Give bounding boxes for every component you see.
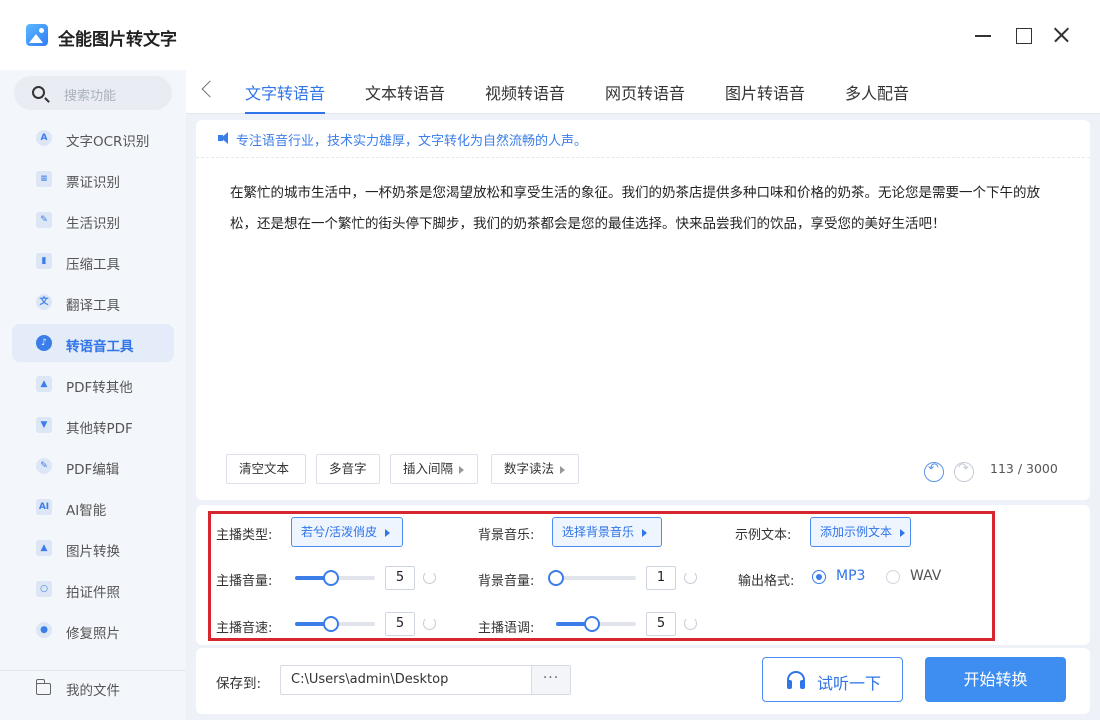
highlight-box: [208, 511, 995, 641]
text-input[interactable]: 在繁忙的城市生活中，一杯奶茶是您渴望放松和享受生活的象征。我们的奶茶店提供多种口…: [230, 178, 1066, 240]
sidebar-item-life[interactable]: ✎ 生活识别: [12, 201, 174, 239]
sidebar-item-label: 翻译工具: [66, 298, 120, 314]
sidebar-item-pdf-to-other[interactable]: ▲ PDF转其他: [12, 365, 174, 403]
music-note-icon: ♪: [36, 335, 52, 351]
hint-text: 专注语音行业，技术实力雄厚，文字转化为自然流畅的人声。: [236, 134, 588, 149]
camera-icon: ○: [36, 581, 52, 597]
digit-reading-button[interactable]: 数字读法: [491, 454, 579, 484]
sidebar-item-translate[interactable]: 文 翻译工具: [12, 283, 174, 321]
app-title: 全能图片转文字: [58, 30, 177, 50]
tab-image-to-speech[interactable]: 图片转语音: [725, 80, 805, 104]
sidebar-item-tts[interactable]: ♪ 转语音工具: [12, 324, 174, 362]
folder-icon: [35, 679, 51, 695]
translate-icon: 文: [36, 294, 52, 310]
pen-icon: ✎: [36, 212, 52, 228]
clear-text-button[interactable]: 清空文本: [226, 454, 306, 484]
headphone-icon: [787, 671, 805, 689]
sidebar-item-label: 其他转PDF: [66, 421, 133, 437]
polyphone-button[interactable]: 多音字: [316, 454, 380, 484]
sidebar-item-ocr[interactable]: A 文字OCR识别: [12, 119, 174, 157]
sidebar-item-repair-photo[interactable]: ● 修复照片: [12, 611, 174, 649]
text-editor: 专注语音行业，技术实力雄厚，文字转化为自然流畅的人声。 在繁忙的城市生活中，一杯…: [196, 120, 1090, 500]
pdf-convert-icon: ▼: [36, 417, 52, 433]
title-bar: 全能图片转文字: [0, 0, 1100, 70]
undo-icon[interactable]: [924, 461, 944, 482]
compress-icon: ▮: [36, 253, 52, 269]
ticket-icon: ≡: [36, 171, 52, 187]
insert-pause-label: 插入间隔: [403, 461, 454, 476]
search-placeholder: 搜索功能: [64, 89, 117, 104]
minimize-icon[interactable]: [972, 24, 994, 46]
sidebar-item-ai[interactable]: AI AI智能: [12, 488, 174, 526]
person-icon: ●: [36, 622, 52, 638]
sidebar-item-label: 修复照片: [66, 626, 120, 642]
tab-video-to-speech[interactable]: 视频转语音: [485, 80, 565, 104]
bottom-bar: 保存到: C:\Users\admin\Desktop ··· 试听一下 开始转…: [196, 648, 1090, 714]
pdf-icon: ▲: [36, 376, 52, 392]
sidebar-item-label: 图片转换: [66, 544, 120, 560]
app-logo-icon: [26, 24, 48, 46]
hint-bar: 专注语音行业，技术实力雄厚，文字转化为自然流畅的人声。: [196, 120, 1090, 158]
tab-text-to-speech[interactable]: 文字转语音: [245, 80, 326, 114]
sidebar-item-label: PDF编辑: [66, 462, 120, 478]
caret-right-icon: [459, 465, 465, 474]
chevron-left-icon[interactable]: [201, 80, 219, 98]
tab-document-to-speech[interactable]: 文本转语音: [365, 80, 445, 104]
ai-icon: AI: [36, 499, 52, 515]
redo-icon[interactable]: [954, 461, 974, 482]
sidebar-item-label: 文字OCR识别: [66, 134, 150, 150]
maximize-icon[interactable]: [1012, 24, 1034, 46]
close-icon[interactable]: [1050, 24, 1072, 46]
caret-right-icon: [560, 465, 566, 474]
clear-text-label: 清空文本: [239, 461, 290, 476]
start-convert-button[interactable]: 开始转换: [925, 657, 1066, 702]
edit-icon: ✎: [36, 458, 52, 474]
sidebar-item-label: 生活识别: [66, 216, 120, 232]
save-path-field[interactable]: C:\Users\admin\Desktop: [280, 665, 532, 695]
sidebar-item-image-convert[interactable]: ▲ 图片转换: [12, 529, 174, 567]
sidebar-item-id-photo[interactable]: ○ 拍证件照: [12, 570, 174, 608]
tab-bar: 文字转语音 文本转语音 视频转语音 网页转语音 图片转语音 多人配音: [186, 70, 1100, 114]
character-counter: 113 / 3000: [990, 461, 1058, 476]
speaker-icon: [218, 132, 230, 144]
digit-reading-label: 数字读法: [504, 461, 555, 476]
polyphone-label: 多音字: [329, 461, 367, 476]
sidebar-item-label: 拍证件照: [66, 585, 120, 601]
sidebar-item-compress[interactable]: ▮ 压缩工具: [12, 242, 174, 280]
sidebar: 搜索功能 A 文字OCR识别 ≡ 票证识别 ✎ 生活识别 ▮ 压缩工具 文 翻译…: [0, 70, 186, 720]
my-files[interactable]: 我的文件: [0, 670, 186, 720]
sidebar-item-label: 压缩工具: [66, 257, 120, 273]
image-icon: ▲: [36, 540, 52, 556]
browse-button[interactable]: ···: [531, 665, 571, 695]
sidebar-item-label: AI智能: [66, 503, 107, 519]
sidebar-item-label: 转语音工具: [66, 339, 134, 355]
preview-button[interactable]: 试听一下: [762, 657, 903, 702]
sidebar-item-pdf-edit[interactable]: ✎ PDF编辑: [12, 447, 174, 485]
my-files-label: 我的文件: [66, 683, 120, 699]
preview-label: 试听一下: [817, 674, 882, 693]
search-input[interactable]: 搜索功能: [14, 76, 172, 110]
search-icon: [32, 86, 45, 99]
sidebar-item-ticket[interactable]: ≡ 票证识别: [12, 160, 174, 198]
tab-webpage-to-speech[interactable]: 网页转语音: [605, 80, 685, 104]
sidebar-item-label: PDF转其他: [66, 380, 133, 396]
insert-pause-button[interactable]: 插入间隔: [390, 454, 478, 484]
save-to-label: 保存到:: [216, 676, 262, 692]
ocr-icon: A: [36, 130, 52, 146]
tab-multi-voice[interactable]: 多人配音: [845, 80, 909, 104]
sidebar-item-other-to-pdf[interactable]: ▼ 其他转PDF: [12, 406, 174, 444]
sidebar-item-label: 票证识别: [66, 175, 120, 191]
